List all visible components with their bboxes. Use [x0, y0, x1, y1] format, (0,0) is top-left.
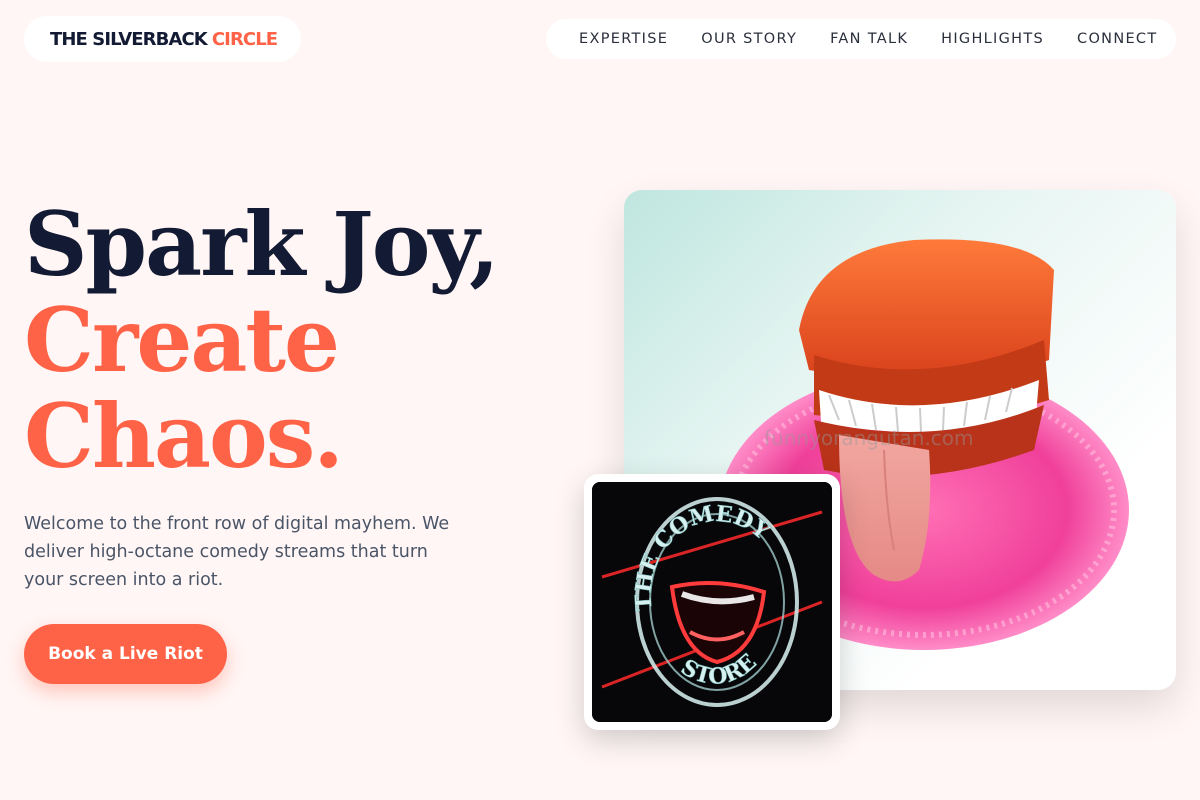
headline-line-1: Spark Joy, [24, 192, 500, 296]
watermark-text: funnyorangutan.com [764, 426, 974, 450]
nav-item-highlights[interactable]: HIGHLIGHTS [941, 31, 1044, 47]
headline-line-2: Create [24, 288, 340, 392]
comedy-store-neon-image: THE COMEDY STORE [592, 482, 832, 722]
nav-item-expertise[interactable]: EXPERTISE [579, 31, 668, 47]
nav-item-connect[interactable]: CONNECT [1077, 31, 1157, 47]
brand-logo[interactable]: THE SILVERBACK CIRCLE [24, 16, 301, 62]
hero-intro-text: Welcome to the front row of digital mayh… [24, 514, 450, 590]
brand-name-dark: THE SILVERBACK [50, 28, 208, 50]
comedy-store-neon-sign-photo: THE COMEDY STORE [592, 482, 832, 722]
nav-item-fan-talk[interactable]: FAN TALK [830, 31, 908, 47]
brand-name-accent: CIRCLE [211, 28, 278, 50]
book-live-riot-button[interactable]: Book a Live Riot [24, 624, 227, 684]
nav-item-our-story[interactable]: OUR STORY [701, 31, 797, 47]
headline-line-3: Chaos. [24, 384, 344, 488]
hero-headline: Spark Joy, Create Chaos. [24, 192, 500, 488]
inset-image-card: THE COMEDY STORE [584, 474, 840, 730]
main-nav: EXPERTISE OUR STORY FAN TALK HIGHLIGHTS … [546, 19, 1176, 59]
